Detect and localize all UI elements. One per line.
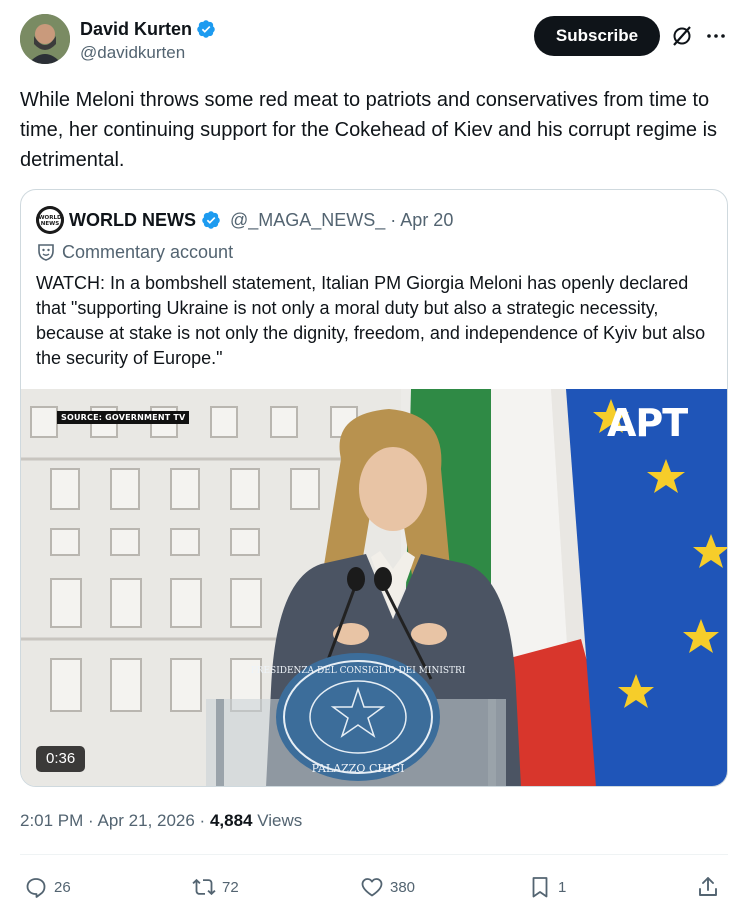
more-options-icon[interactable] (704, 24, 728, 48)
quoted-tweet[interactable]: WORLD NEWS WORLD NEWS @_MAGA_NEWS_ · Apr… (20, 189, 728, 787)
video-duration: 0:36 (36, 746, 86, 772)
quoted-author-handle: @_MAGA_NEWS_ (229, 209, 386, 230)
podium-seal-top-text: PRESIDENZA DEL CONSIGLIO DEI MINISTRI (251, 666, 466, 676)
share-icon (699, 877, 717, 896)
video-player[interactable]: PRESIDENZA DEL CONSIGLIO DEI MINISTRI PA… (21, 389, 727, 786)
video-thumbnail: PRESIDENZA DEL CONSIGLIO DEI MINISTRI PA… (21, 389, 727, 786)
svg-text:NEWS: NEWS (41, 221, 59, 227)
divider (20, 854, 728, 855)
repost-button[interactable]: 72 (192, 872, 239, 902)
verified-badge-icon (202, 211, 220, 229)
author-name[interactable]: David Kurten (80, 18, 216, 40)
commentary-label: Commentary account (36, 240, 233, 264)
bookmark-count: 1 (558, 878, 567, 896)
views-count: 4,884 (209, 811, 253, 830)
quoted-tweet-header: WORLD NEWS WORLD NEWS @_MAGA_NEWS_ · Apr… (36, 206, 453, 234)
quoted-date[interactable]: · Apr 20 (390, 210, 453, 231)
author-name-text[interactable]: David Kurten (80, 18, 192, 40)
quoted-author-avatar[interactable]: WORLD NEWS (36, 206, 64, 234)
quoted-author-name[interactable]: WORLD NEWS (69, 210, 196, 231)
share-button[interactable] (696, 872, 720, 902)
verified-badge-icon (197, 20, 215, 38)
reply-icon (26, 878, 46, 898)
apt-watermark-logo: APT (607, 401, 688, 445)
commentary-mask-icon (38, 244, 54, 261)
like-button[interactable]: 380 (360, 872, 415, 902)
podium-seal-bottom-text: PALAZZO CHIGI (312, 762, 405, 775)
tweet-timestamp[interactable]: 2:01 PM · Apr 21, 2026 · (20, 811, 210, 830)
author-handle[interactable]: @davidkurten (80, 42, 185, 64)
repost-count: 72 (222, 878, 239, 896)
tweet-meta: 2:01 PM · Apr 21, 2026 · 4,884 Views (20, 809, 302, 833)
bookmark-icon (532, 877, 548, 898)
commentary-text: Commentary account (62, 241, 234, 262)
quoted-tweet-text: WATCH: In a bombshell statement, Italian… (36, 273, 706, 368)
views-label: Views (252, 811, 303, 830)
repost-icon (192, 878, 216, 896)
bookmark-button[interactable]: 1 (528, 872, 566, 902)
heart-icon (361, 878, 383, 897)
grok-icon[interactable] (670, 24, 694, 48)
action-bar: 26 72 380 1 (20, 872, 728, 902)
source-label: SOURCE: GOVERNMENT TV (57, 411, 190, 424)
like-count: 380 (390, 878, 416, 896)
tweet-text: While Meloni throws some red meat to pat… (20, 89, 718, 171)
author-avatar[interactable] (20, 14, 70, 64)
tweet-header: David Kurten @davidkurten Subscribe (20, 14, 728, 70)
reply-count: 26 (54, 878, 71, 896)
reply-button[interactable]: 26 (24, 872, 71, 902)
subscribe-button[interactable]: Subscribe (534, 16, 660, 56)
